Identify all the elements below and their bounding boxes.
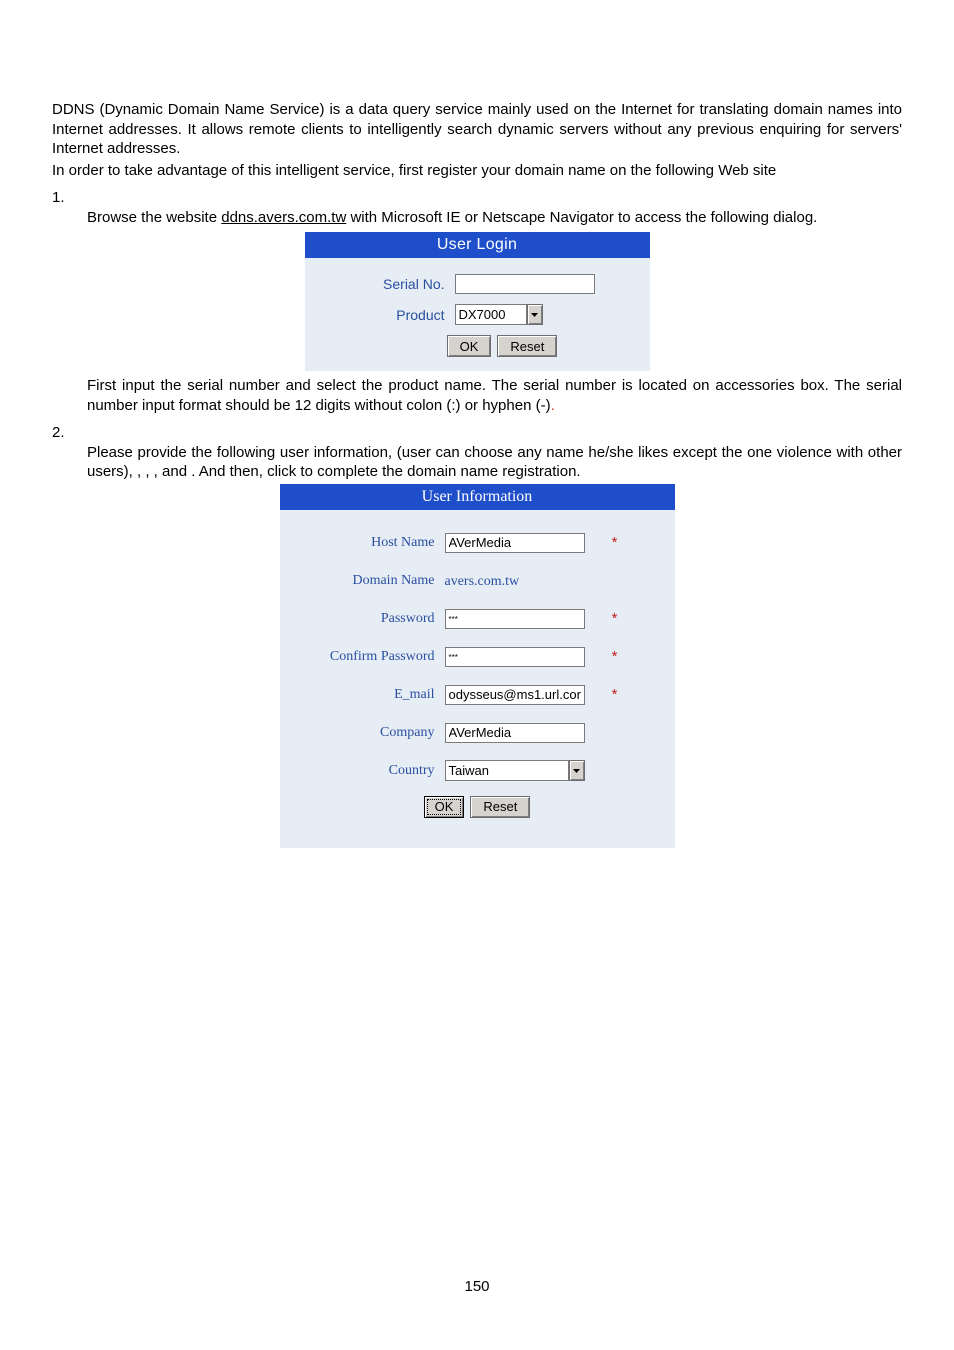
company-input[interactable]	[445, 723, 585, 743]
host-name-label: Host Name	[290, 535, 445, 551]
domain-name-label: Domain Name	[290, 573, 445, 589]
domain-name-value: avers.com.tw	[445, 574, 520, 589]
step-1-after-dot: .	[551, 397, 555, 414]
page-number: 150	[0, 1278, 954, 1295]
step-1-text-b: with Microsoft IE or Netscape Navigator …	[346, 209, 817, 226]
country-select[interactable]: Taiwan	[445, 760, 585, 781]
step-1-after: First input the serial number and select…	[87, 376, 902, 415]
user-info-title: User Information	[280, 484, 675, 510]
login-reset-button[interactable]: Reset	[497, 335, 557, 357]
password-input[interactable]: ***	[445, 609, 585, 629]
ddns-url: ddns.avers.com.tw	[221, 209, 346, 226]
email-label: E_mail	[290, 687, 445, 703]
step-1-body: Browse the website ddns.avers.com.tw wit…	[87, 208, 902, 228]
chevron-down-icon[interactable]	[569, 760, 585, 781]
password-label: Password	[290, 611, 445, 627]
required-star: *	[605, 610, 625, 627]
intro-paragraph-2: In order to take advantage of this intel…	[52, 161, 902, 181]
confirm-password-input[interactable]: ***	[445, 647, 585, 667]
chevron-down-icon[interactable]	[527, 304, 543, 325]
info-ok-button[interactable]: OK	[424, 796, 465, 818]
product-label: Product	[340, 307, 455, 323]
company-label: Company	[290, 725, 445, 741]
product-select-value: DX7000	[455, 304, 527, 325]
user-login-panel: User Login Serial No. Product DX7000	[305, 232, 650, 371]
step-2-body: Please provide the following user inform…	[87, 443, 902, 482]
login-ok-button[interactable]: OK	[447, 335, 492, 357]
product-select[interactable]: DX7000	[455, 304, 543, 325]
required-star: *	[605, 648, 625, 665]
serial-label: Serial No.	[340, 276, 455, 292]
required-star: *	[605, 534, 625, 551]
country-select-value: Taiwan	[445, 760, 569, 781]
user-info-panel: User Information Host Name * Domain Name…	[280, 484, 675, 848]
step-1-after-text: First input the serial number and select…	[87, 377, 902, 414]
step-1-text-a: Browse the website	[87, 209, 221, 226]
required-star: *	[605, 686, 625, 703]
serial-input[interactable]	[455, 274, 595, 294]
step-1-number: 1.	[52, 188, 902, 208]
step-2-number: 2.	[52, 423, 902, 443]
info-reset-button[interactable]: Reset	[470, 796, 530, 818]
email-input[interactable]	[445, 685, 585, 705]
confirm-password-label: Confirm Password	[290, 649, 445, 665]
country-label: Country	[290, 763, 445, 779]
user-login-title: User Login	[305, 232, 650, 258]
intro-paragraph-1: DDNS (Dynamic Domain Name Service) is a …	[52, 100, 902, 159]
host-name-input[interactable]	[445, 533, 585, 553]
